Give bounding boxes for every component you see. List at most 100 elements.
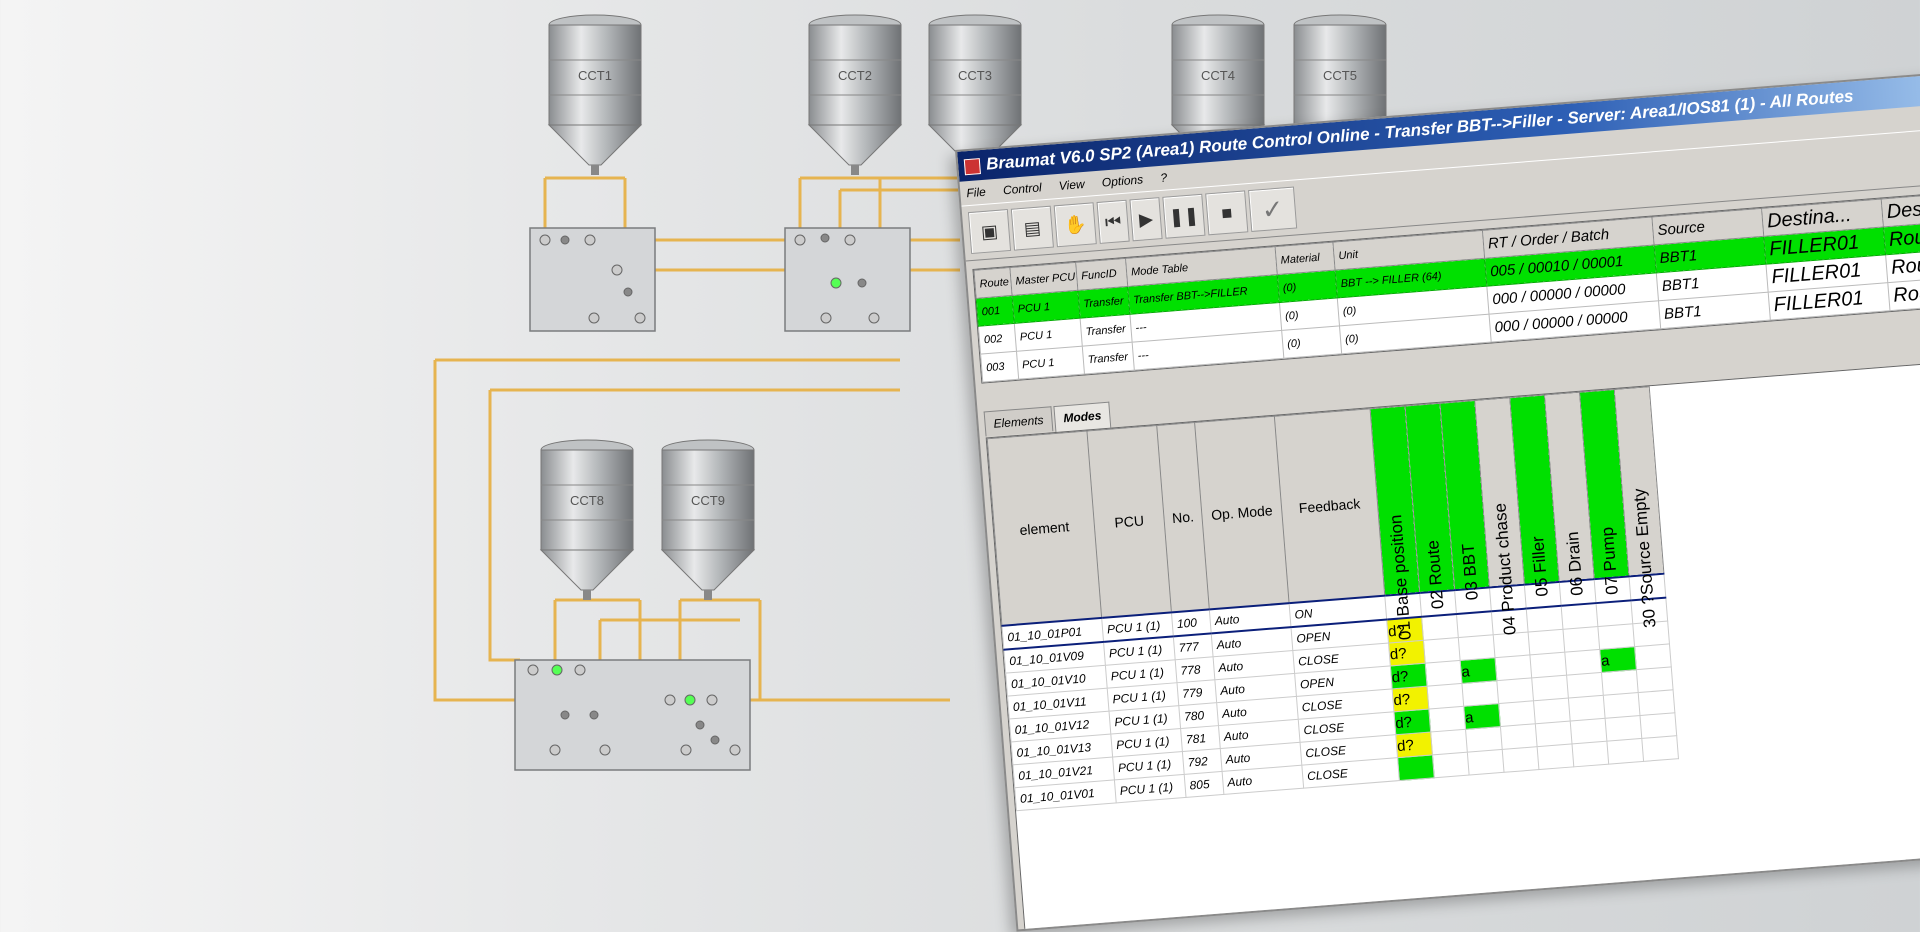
mode-step-cell[interactable] [1561, 603, 1598, 630]
routes-header-0[interactable]: Route [974, 267, 1013, 299]
tank-cct1[interactable]: CCT1 [547, 14, 643, 175]
mode-no: 792 [1182, 748, 1223, 775]
mode-step-cell[interactable] [1502, 746, 1539, 773]
print-icon[interactable]: ▣ [967, 209, 1012, 255]
mode-step-cell[interactable] [1528, 629, 1565, 655]
tank-label: CCT3 [958, 68, 992, 83]
mode-step-cell[interactable] [1423, 637, 1461, 664]
mode-step-cell[interactable] [1566, 672, 1604, 699]
step-back-icon[interactable]: ⏮ [1096, 199, 1130, 244]
menu-help[interactable]: ? [1160, 170, 1168, 184]
mode-step-cell[interactable] [1564, 649, 1602, 676]
mode-step-cell[interactable] [1458, 634, 1495, 661]
mode-step-cell[interactable] [1529, 652, 1567, 678]
mode-step-cell[interactable] [1428, 706, 1466, 732]
mode-step-cell[interactable]: d? [1393, 709, 1431, 735]
mode-step-cell[interactable] [1498, 700, 1536, 727]
menu-view[interactable]: View [1058, 177, 1085, 193]
mode-step-cell[interactable] [1603, 692, 1640, 719]
mode-step-cell[interactable] [1597, 623, 1635, 650]
tank-label: CCT4 [1201, 68, 1235, 83]
step-header-label: 05 Filler [1528, 535, 1552, 598]
mode-step-cell[interactable] [1636, 666, 1674, 693]
mode-no: 100 [1171, 609, 1212, 637]
mode-step-cell[interactable]: a [1460, 657, 1497, 684]
mode-step-cell[interactable]: a [1599, 646, 1637, 673]
mode-step-cell[interactable]: d? [1388, 640, 1426, 666]
mode-step-cell[interactable] [1425, 660, 1462, 687]
mode-step-cell[interactable] [1397, 754, 1435, 781]
mode-step-cell[interactable]: d? [1392, 686, 1429, 712]
mode-pcu: PCU 1 (1) [1114, 774, 1187, 803]
routes-header-9[interactable]: Description [1881, 187, 1920, 227]
tank-cct9[interactable]: CCT9 [660, 439, 756, 600]
mode-step-cell[interactable] [1562, 626, 1600, 653]
mode-step-cell[interactable] [1432, 752, 1470, 778]
menu-file[interactable]: File [966, 185, 986, 200]
mode-no: 780 [1178, 702, 1219, 729]
mode-step-cell[interactable] [1638, 689, 1675, 716]
mode-step-cell[interactable] [1467, 749, 1505, 776]
mode-step-cell[interactable] [1500, 723, 1538, 750]
modes-header-3[interactable]: Op. Mode [1194, 416, 1290, 610]
route-cell: PCU 1 [1016, 346, 1085, 380]
mode-step-cell[interactable] [1605, 715, 1642, 742]
mode-step-cell[interactable] [1461, 680, 1499, 707]
tank-cct8[interactable]: CCT8 [539, 439, 635, 600]
document-icon[interactable]: ▤ [1010, 205, 1054, 251]
route-cell: Transfer [1080, 314, 1133, 347]
mode-step-cell[interactable] [1494, 654, 1532, 681]
mode-step-cell[interactable] [1493, 632, 1530, 658]
mode-no: 781 [1180, 725, 1221, 752]
mode-step-cell[interactable]: a [1463, 703, 1501, 730]
mode-step-cell[interactable] [1568, 695, 1606, 721]
route-cell: 003 [980, 351, 1019, 383]
tank-label: CCT2 [838, 68, 872, 83]
step-header-label: 03 BBT [1458, 542, 1482, 601]
mode-step-cell[interactable]: d? [1395, 731, 1433, 758]
mode-no: 778 [1175, 656, 1215, 683]
mode-step-cell[interactable] [1535, 720, 1573, 747]
mode-step-cell[interactable] [1601, 669, 1639, 696]
mode-step-cell[interactable] [1606, 738, 1644, 765]
mode-step-cell[interactable] [1570, 718, 1607, 744]
mode-step-cell[interactable] [1634, 643, 1672, 670]
play-icon[interactable]: ▶ [1129, 197, 1163, 242]
mode-step-cell[interactable] [1596, 600, 1633, 627]
mode-step-cell[interactable] [1421, 614, 1459, 641]
tank-label: CCT9 [691, 493, 725, 508]
check-icon[interactable]: ✓ [1248, 186, 1298, 233]
mode-step-cell[interactable] [1533, 698, 1571, 724]
app-icon [963, 158, 981, 176]
mode-step-cell[interactable] [1572, 741, 1609, 767]
mode-step-cell[interactable]: d? [1390, 663, 1428, 689]
step-header-label: 07 Pump [1597, 526, 1622, 596]
mode-step-cell[interactable] [1427, 683, 1464, 710]
modes-header-4[interactable]: Feedback [1274, 408, 1385, 604]
mode-step-cell[interactable] [1537, 743, 1574, 770]
mode-step-cell[interactable] [1465, 726, 1503, 753]
tank-cct2[interactable]: CCT2 [807, 14, 903, 175]
menu-options[interactable]: Options [1101, 172, 1143, 189]
stop-icon[interactable]: ■ [1205, 190, 1249, 236]
pause-icon[interactable]: ❚❚ [1162, 193, 1206, 239]
menu-control[interactable]: Control [1002, 180, 1042, 197]
modes-table: element PCU No. Op. Mode Feedback 01 Base pos… [985, 358, 1920, 932]
modes-header-0[interactable]: element [987, 431, 1102, 626]
step-header-label: 02 Route [1423, 539, 1448, 610]
mode-step-cell[interactable] [1639, 712, 1677, 739]
mode-step-cell[interactable] [1456, 611, 1494, 638]
hand-icon[interactable]: ✋ [1053, 202, 1097, 248]
mode-step-cell[interactable] [1430, 729, 1468, 755]
tank-label: CCT8 [570, 493, 604, 508]
mode-step-cell[interactable] [1531, 675, 1569, 701]
route-cell: 002 [978, 323, 1017, 355]
tank-label: CCT1 [578, 68, 612, 83]
mode-step-cell[interactable] [1641, 735, 1679, 762]
mode-step-cell[interactable] [1496, 677, 1534, 704]
mode-no: 779 [1176, 679, 1217, 706]
route-control-window: Braumat V6.0 SP2 (Area1) Route Control O… [955, 69, 1920, 932]
routes-header-2[interactable]: FuncID [1075, 258, 1128, 291]
tank-label: CCT5 [1323, 68, 1357, 83]
mode-step-cell[interactable] [1526, 605, 1563, 633]
